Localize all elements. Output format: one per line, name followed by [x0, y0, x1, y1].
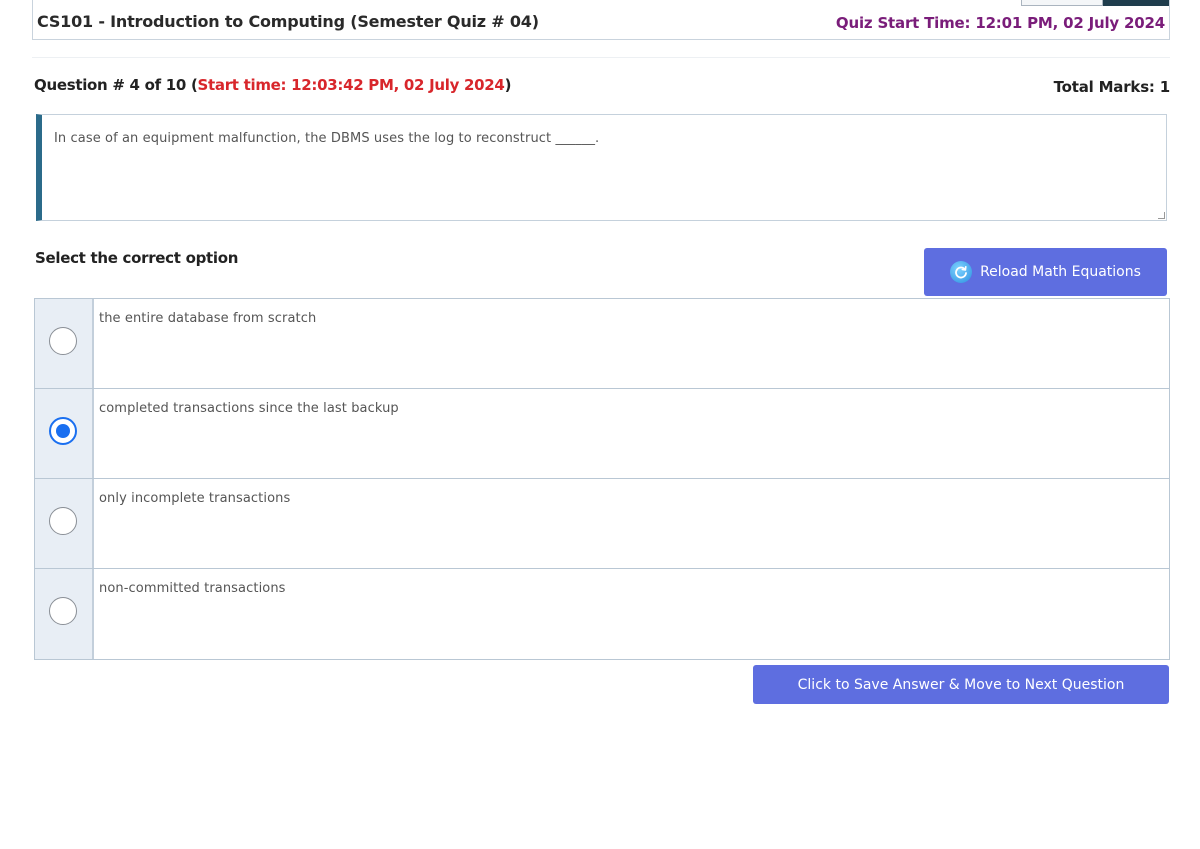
- option-radio-cell: [35, 479, 94, 568]
- reload-icon: [950, 261, 973, 283]
- option-row[interactable]: the entire database from scratch: [35, 299, 1169, 389]
- option-text: completed transactions since the last ba…: [99, 401, 399, 416]
- question-number-line: Question # 4 of 10 (Start time: 12:03:42…: [34, 76, 511, 94]
- option-radio[interactable]: [49, 327, 77, 355]
- option-radio-cell: [35, 569, 94, 659]
- question-start-time: Start time: 12:03:42 PM, 02 July 2024: [197, 76, 505, 94]
- option-radio-cell: [35, 299, 94, 388]
- options-table: the entire database from scratch complet…: [34, 298, 1170, 660]
- quiz-header: CS101 - Introduction to Computing (Semes…: [32, 0, 1170, 40]
- option-radio-selected[interactable]: [49, 417, 77, 445]
- top-button-light[interactable]: [1021, 0, 1103, 6]
- option-radio-cell: [35, 389, 94, 478]
- option-text: only incomplete transactions: [99, 491, 291, 506]
- question-number-suffix: ): [504, 76, 512, 94]
- option-row[interactable]: completed transactions since the last ba…: [35, 389, 1169, 479]
- question-box: In case of an equipment malfunction, the…: [36, 114, 1167, 221]
- total-marks: Total Marks: 1: [1053, 78, 1171, 96]
- quiz-start-time: Quiz Start Time: 12:01 PM, 02 July 2024: [835, 14, 1165, 32]
- option-row[interactable]: only incomplete transactions: [35, 479, 1169, 569]
- quiz-page: CS101 - Introduction to Computing (Semes…: [0, 0, 1200, 849]
- reload-math-button[interactable]: Reload Math Equations: [924, 248, 1167, 296]
- top-button-dark[interactable]: [1103, 0, 1169, 6]
- resize-grip-icon[interactable]: [1158, 212, 1165, 219]
- option-radio[interactable]: [49, 597, 77, 625]
- option-row[interactable]: non-committed transactions: [35, 569, 1169, 659]
- question-text: In case of an equipment malfunction, the…: [54, 131, 600, 146]
- reload-math-label: Reload Math Equations: [980, 264, 1141, 280]
- option-text: non-committed transactions: [99, 581, 286, 596]
- select-option-label: Select the correct option: [35, 249, 239, 267]
- course-title: CS101 - Introduction to Computing (Semes…: [37, 12, 539, 31]
- divider: [32, 57, 1170, 58]
- save-next-button[interactable]: Click to Save Answer & Move to Next Ques…: [753, 665, 1169, 704]
- option-text: the entire database from scratch: [99, 311, 317, 326]
- question-number: Question # 4 of 10 (: [34, 76, 198, 94]
- option-radio[interactable]: [49, 507, 77, 535]
